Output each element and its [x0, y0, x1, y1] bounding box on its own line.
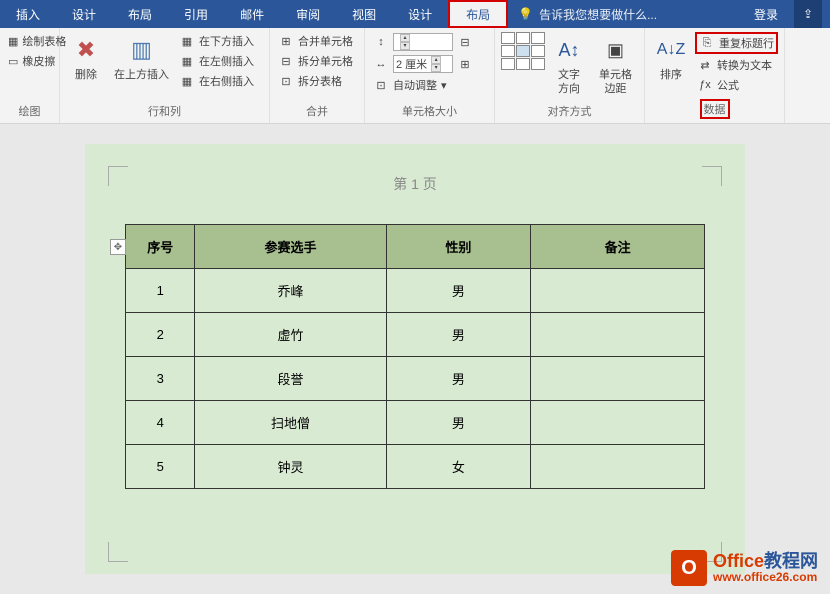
crop-mark — [108, 166, 128, 186]
page: 第 1 页 ✥ 序号 参赛选手 性别 备注 1乔峰男 2虚竹男 3段誉男 4扫地… — [85, 144, 745, 574]
autofit-icon: ⊡ — [373, 77, 389, 93]
data-table[interactable]: 序号 参赛选手 性别 备注 1乔峰男 2虚竹男 3段誉男 4扫地僧男 5钟灵女 — [125, 224, 705, 489]
formula-icon: ƒx — [697, 77, 713, 93]
draw-table-button[interactable]: ▦ 绘制表格 — [6, 32, 53, 50]
distribute-cols-icon[interactable]: ⊞ — [457, 56, 473, 72]
distribute-rows-icon[interactable]: ⊟ — [457, 34, 473, 50]
insert-above-button[interactable]: ▥ 在上方插入 — [110, 32, 173, 84]
tab-table-design[interactable]: 设计 — [392, 0, 448, 28]
convert-icon: ⇄ — [697, 57, 713, 73]
col-width-input[interactable]: ↔ 2 厘米▴▾ ⊞ — [371, 54, 488, 74]
group-label-drawing: 绘图 — [6, 101, 53, 119]
formula-button[interactable]: ƒx公式 — [695, 76, 778, 94]
tab-mailings[interactable]: 邮件 — [224, 0, 280, 28]
group-label-cell-size: 单元格大小 — [371, 101, 488, 119]
group-alignment: A↕ 文字方向 ▣ 单元格边距 对齐方式 — [495, 28, 645, 123]
watermark: O Office教程网 www.office26.com — [671, 550, 818, 586]
crop-mark — [108, 542, 128, 562]
insert-below-button[interactable]: ▦在下方插入 — [177, 32, 256, 50]
eraser-icon: ▭ — [8, 53, 18, 69]
share-icon: ⇪ — [803, 7, 813, 21]
split-table-icon: ⊡ — [278, 73, 294, 89]
page-number: 第 1 页 — [125, 174, 705, 194]
width-icon: ↔ — [373, 56, 389, 72]
header-remark: 备注 — [531, 225, 705, 269]
split-table-button[interactable]: ⊡拆分表格 — [276, 72, 358, 90]
lightbulb-icon: 💡 — [518, 7, 533, 21]
delete-icon: ✖ — [70, 34, 102, 66]
tab-layout[interactable]: 布局 — [112, 0, 168, 28]
document-canvas: 第 1 页 ✥ 序号 参赛选手 性别 备注 1乔峰男 2虚竹男 3段誉男 4扫地… — [0, 124, 830, 594]
group-cell-size: ↕ ▴▾ ⊟ ↔ 2 厘米▴▾ ⊞ ⊡自动调整▾ 单元格大小 — [365, 28, 495, 123]
eraser-button[interactable]: ▭ 橡皮擦 — [6, 52, 53, 70]
office-logo-icon: O — [671, 550, 707, 586]
split-cells-button[interactable]: ⊟拆分单元格 — [276, 52, 358, 70]
tab-design[interactable]: 设计 — [56, 0, 112, 28]
autofit-button[interactable]: ⊡自动调整▾ — [371, 76, 488, 94]
insert-left-button[interactable]: ▦在左侧插入 — [177, 52, 256, 70]
insert-above-icon: ▥ — [126, 34, 158, 66]
sort-icon: A↓Z — [655, 34, 687, 66]
login-link[interactable]: 登录 — [754, 6, 778, 23]
table-row[interactable]: 5钟灵女 — [126, 445, 705, 489]
header-gender: 性别 — [386, 225, 531, 269]
tell-me-search[interactable]: 💡 告诉我您想要做什么... — [508, 6, 754, 23]
row-height-input[interactable]: ↕ ▴▾ ⊟ — [371, 32, 488, 52]
tab-review[interactable]: 审阅 — [280, 0, 336, 28]
text-direction-button[interactable]: A↕ 文字方向 — [549, 32, 589, 98]
group-label-merge: 合并 — [276, 101, 358, 119]
ribbon: ▦ 绘制表格 ▭ 橡皮擦 绘图 ✖ 删除 ▥ 在上方插入 ▦在下方插入 ▦在左侧… — [0, 28, 830, 124]
table-row[interactable]: 4扫地僧男 — [126, 401, 705, 445]
tab-references[interactable]: 引用 — [168, 0, 224, 28]
text-direction-icon: A↕ — [553, 34, 585, 66]
group-label-rows-cols: 行和列 — [66, 101, 263, 119]
insert-right-icon: ▦ — [179, 73, 195, 89]
cell-margins-button[interactable]: ▣ 单元格边距 — [593, 32, 638, 98]
height-icon: ↕ — [373, 34, 389, 50]
header-num: 序号 — [126, 225, 195, 269]
watermark-brand: Office教程网 — [713, 552, 818, 572]
group-label-data: 数据 — [700, 99, 730, 119]
group-drawing: ▦ 绘制表格 ▭ 橡皮擦 绘图 — [0, 28, 60, 123]
split-cells-icon: ⊟ — [278, 53, 294, 69]
sort-button[interactable]: A↓Z 排序 — [651, 32, 691, 84]
insert-below-icon: ▦ — [179, 33, 195, 49]
tab-view[interactable]: 视图 — [336, 0, 392, 28]
tab-table-layout[interactable]: 布局 — [448, 0, 508, 28]
chevron-down-icon: ▾ — [441, 79, 447, 92]
merge-cells-button[interactable]: ⊞合并单元格 — [276, 32, 358, 50]
alignment-grid[interactable] — [501, 32, 545, 70]
repeat-header-button[interactable]: ⎘重复标题行 — [695, 32, 778, 54]
convert-to-text-button[interactable]: ⇄转换为文本 — [695, 56, 778, 74]
group-label-alignment: 对齐方式 — [501, 101, 638, 119]
watermark-url: www.office26.com — [713, 571, 818, 584]
insert-right-button[interactable]: ▦在右侧插入 — [177, 72, 256, 90]
group-merge: ⊞合并单元格 ⊟拆分单元格 ⊡拆分表格 合并 — [270, 28, 365, 123]
header-name: 参赛选手 — [195, 225, 386, 269]
crop-mark — [702, 166, 722, 186]
group-rows-cols: ✖ 删除 ▥ 在上方插入 ▦在下方插入 ▦在左侧插入 ▦在右侧插入 行和列 — [60, 28, 270, 123]
delete-button[interactable]: ✖ 删除 — [66, 32, 106, 84]
table-row[interactable]: 3段誉男 — [126, 357, 705, 401]
pencil-icon: ▦ — [8, 33, 18, 49]
merge-icon: ⊞ — [278, 33, 294, 49]
table-header-row: 序号 参赛选手 性别 备注 — [126, 225, 705, 269]
table-row[interactable]: 2虚竹男 — [126, 313, 705, 357]
table-row[interactable]: 1乔峰男 — [126, 269, 705, 313]
tell-me-placeholder: 告诉我您想要做什么... — [539, 6, 657, 23]
margins-icon: ▣ — [600, 34, 632, 66]
table-move-handle[interactable]: ✥ — [110, 239, 126, 255]
tab-insert[interactable]: 插入 — [0, 0, 56, 28]
repeat-header-icon: ⎘ — [699, 35, 715, 51]
group-data: A↓Z 排序 ⎘重复标题行 ⇄转换为文本 ƒx公式 数据 — [645, 28, 785, 123]
insert-left-icon: ▦ — [179, 53, 195, 69]
share-button[interactable]: ⇪ — [794, 0, 822, 28]
tab-bar: 插入 设计 布局 引用 邮件 审阅 视图 设计 布局 💡 告诉我您想要做什么..… — [0, 0, 830, 28]
